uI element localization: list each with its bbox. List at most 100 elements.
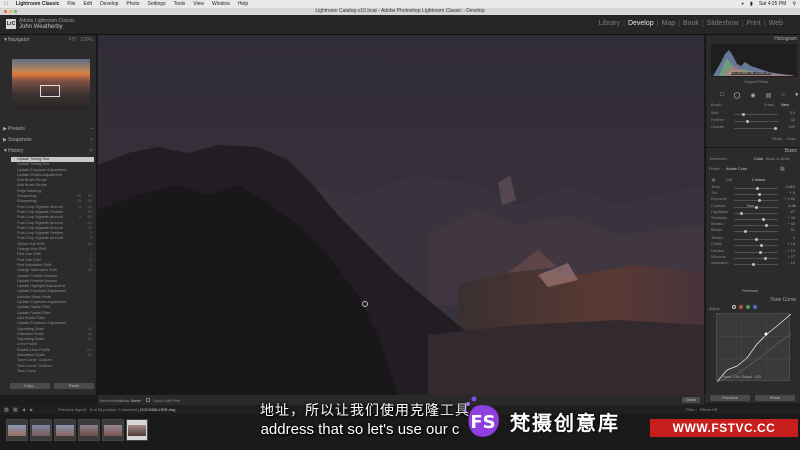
slider-track[interactable]	[734, 199, 778, 203]
slider-value[interactable]: 0	[793, 204, 795, 208]
slider-track[interactable]	[734, 256, 778, 260]
wb-dropdown[interactable]: Custom	[752, 178, 765, 182]
module-library[interactable]: Library	[596, 20, 623, 27]
clear-history-icon[interactable]: ✕	[89, 148, 93, 155]
slider-value[interactable]: + 43	[788, 222, 796, 226]
slider-value[interactable]: + 27	[788, 255, 796, 259]
spotlight-search-icon[interactable]: ⚲	[792, 1, 796, 7]
slider-knob[interactable]	[756, 187, 759, 190]
module-web[interactable]: Web	[766, 20, 786, 27]
slider-value[interactable]: 3,863	[785, 185, 795, 189]
red-eye-icon[interactable]: ◉	[750, 92, 755, 99]
slider-value[interactable]: + 13	[788, 249, 796, 253]
module-print[interactable]: Print	[743, 20, 763, 27]
slider-knob[interactable]	[742, 113, 745, 116]
slider-value[interactable]: + 0.50	[784, 197, 795, 201]
wifi-icon[interactable]: ◕	[741, 1, 744, 7]
histogram-header[interactable]: Histogram	[706, 36, 800, 43]
profile-dropdown[interactable]: Adobe Color	[726, 167, 747, 171]
spot-removal-icon[interactable]: ◯	[734, 92, 741, 99]
close-window-icon[interactable]	[4, 10, 7, 13]
photo-canvas[interactable]	[98, 35, 704, 395]
navigator-view-box[interactable]	[40, 85, 60, 97]
tone-curve-graph[interactable]: Input : 194 Output : 103	[716, 313, 792, 383]
slider-knob[interactable]	[746, 120, 749, 123]
navigator-header[interactable]: ▼ Navigator FIT 100%	[0, 37, 97, 44]
slider-knob[interactable]	[760, 244, 763, 248]
slider-value[interactable]: - 51	[788, 228, 795, 232]
presets-header[interactable]: ▶ Presets +	[0, 126, 97, 133]
blue-channel-icon[interactable]	[753, 305, 757, 309]
menu-settings[interactable]: Settings	[148, 1, 166, 7]
crop-tool-icon[interactable]: □	[720, 92, 724, 99]
slider-value[interactable]: - 10	[788, 261, 795, 265]
slider-knob[interactable]	[762, 218, 765, 221]
slider-knob[interactable]	[758, 199, 761, 203]
slider-track[interactable]	[734, 250, 778, 254]
module-map[interactable]: Map	[658, 20, 678, 27]
slider-track[interactable]	[734, 193, 778, 197]
menu-app-name[interactable]: Lightroom Classic	[16, 1, 60, 7]
slider-value[interactable]: 32	[791, 118, 795, 122]
menu-photo[interactable]: Photo	[126, 1, 139, 7]
original-photo-label[interactable]: Original Photo	[744, 80, 768, 84]
slider-knob[interactable]	[758, 193, 761, 197]
brush-erase-option[interactable]: Erase	[764, 103, 774, 107]
graduated-filter-icon[interactable]: ▤	[766, 92, 772, 99]
red-channel-icon[interactable]	[739, 305, 743, 309]
copy-button[interactable]: Copy...	[10, 383, 50, 389]
reset-tool-button[interactable]: Reset	[772, 137, 782, 141]
slider-value[interactable]: + 6	[790, 191, 795, 195]
menu-window[interactable]: Window	[212, 1, 230, 7]
treatment-bw[interactable]: Black & White	[766, 157, 790, 161]
rgb-channel-icon[interactable]	[732, 305, 736, 309]
navigator-zoom-options[interactable]: FIT 100%	[69, 37, 93, 44]
slider-track[interactable]	[734, 230, 778, 234]
add-snapshot-icon[interactable]: +	[90, 137, 93, 144]
snapshots-header[interactable]: ▶ Snapshots +	[0, 137, 97, 144]
profile-browser-icon[interactable]: ▦	[780, 166, 785, 172]
slider-value[interactable]: 100	[789, 125, 795, 129]
menu-tools[interactable]: Tools	[174, 1, 186, 7]
treatment-color[interactable]: Color	[754, 157, 763, 161]
slider-track[interactable]	[734, 263, 778, 267]
slider-track[interactable]	[734, 244, 778, 248]
slider-track[interactable]	[734, 187, 778, 190]
menu-help[interactable]: Help	[238, 1, 248, 7]
paste-button[interactable]: Paste	[54, 383, 94, 389]
basic-header[interactable]: Basic	[706, 147, 800, 154]
menu-edit[interactable]: Edit	[83, 1, 92, 7]
menu-develop[interactable]: Develop	[100, 1, 118, 7]
apple-icon[interactable]: 	[4, 1, 8, 7]
slider-knob[interactable]	[764, 256, 767, 260]
slider-track[interactable]	[734, 218, 778, 221]
slider-value[interactable]: 0	[793, 236, 795, 240]
brush-new-option[interactable]: New	[781, 103, 789, 107]
slider-knob[interactable]	[755, 205, 758, 209]
slider-track[interactable]	[734, 211, 778, 215]
module-book[interactable]: Book	[680, 20, 702, 27]
slider-knob[interactable]	[752, 263, 755, 267]
slider-knob[interactable]	[740, 211, 743, 215]
zoom-window-icon[interactable]	[14, 10, 17, 13]
add-preset-icon[interactable]: +	[90, 126, 93, 133]
slider-knob[interactable]	[774, 127, 777, 130]
slider-track[interactable]	[734, 120, 778, 123]
adjustment-brush-icon[interactable]: ●	[795, 92, 799, 99]
slider-track[interactable]	[734, 238, 778, 241]
menubar-clock[interactable]: Sat 4:25 PM	[759, 1, 787, 7]
slider-knob[interactable]	[744, 230, 747, 234]
navigator-preview[interactable]	[12, 59, 90, 109]
white-balance-eyedropper-icon[interactable]: ✵	[711, 177, 716, 184]
close-tool-button[interactable]: Close	[786, 137, 796, 141]
slider-track[interactable]	[734, 205, 778, 209]
slider-knob[interactable]	[755, 238, 758, 241]
module-slideshow[interactable]: Slideshow	[704, 20, 742, 27]
radial-filter-icon[interactable]: ○	[781, 92, 785, 99]
histogram[interactable]: ISO 24 mm f/8 1/250 sec	[711, 44, 797, 77]
slider-value[interactable]: - 87	[788, 210, 795, 214]
module-develop[interactable]: Develop	[625, 20, 657, 27]
green-channel-icon[interactable]	[746, 305, 750, 309]
slider-track[interactable]	[734, 224, 778, 228]
tone-curve-label[interactable]: Tone Curve	[770, 297, 796, 303]
